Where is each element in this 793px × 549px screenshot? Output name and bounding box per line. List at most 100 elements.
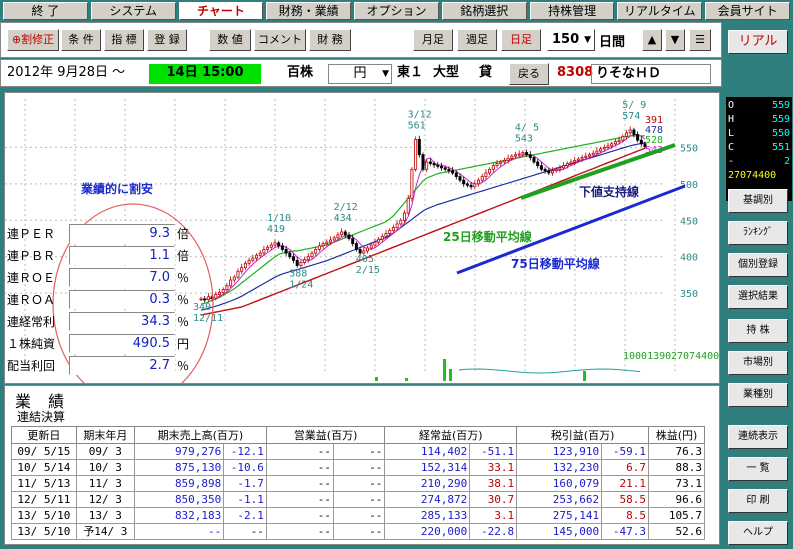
down-arrow-icon[interactable]: ▼ xyxy=(665,29,685,51)
values-button[interactable]: 数 値 xyxy=(209,29,251,51)
candle-body xyxy=(295,259,299,266)
candle-body xyxy=(284,249,288,254)
table-cell: -2.1 xyxy=(223,507,267,524)
tab-3[interactable]: 財務・業績 xyxy=(266,2,352,20)
side-button-8[interactable]: 一 覧 xyxy=(728,457,788,481)
candle-body xyxy=(343,231,347,236)
metric-label: 連ＲＯＡ xyxy=(7,292,56,307)
split-adjust-button[interactable]: ⊕割修正 xyxy=(7,29,59,51)
ohlc-row: H 559 xyxy=(728,113,790,127)
realtime-button[interactable]: リアル xyxy=(728,30,788,54)
candle-body xyxy=(299,262,303,266)
y-tick-label: 550 xyxy=(680,143,698,154)
table-cell: 275,141 xyxy=(516,507,603,524)
monthly-button[interactable]: 月足 xyxy=(413,29,453,51)
ma25-label: 25日移動平均線 xyxy=(443,229,532,244)
side-button-6[interactable]: 業種別 xyxy=(728,383,788,407)
side-button-10[interactable]: ヘルプ xyxy=(728,521,788,545)
daily-button[interactable]: 日足 xyxy=(501,29,541,51)
ohlc-value: 551 xyxy=(771,142,790,153)
volume-readout: 10001390 xyxy=(623,351,671,362)
candle-body xyxy=(443,167,447,170)
stock-name[interactable]: りそなＨＤ xyxy=(591,64,711,84)
back-button[interactable]: 戻る xyxy=(509,63,549,85)
table-row[interactable]: 13/ 5/10 予14/ 3 -- -- -- -- 220,000 -22.8 145,00… xyxy=(11,523,705,540)
table-cell: 21.1 xyxy=(601,475,650,492)
tab-6[interactable]: 持株管理 xyxy=(529,2,615,20)
candle-body xyxy=(428,161,432,164)
candle-body xyxy=(306,256,310,261)
side-button-2[interactable]: 個別登録 xyxy=(728,253,788,277)
side-button-7[interactable]: 連続表示 xyxy=(728,425,788,449)
column-header[interactable]: 更新日 xyxy=(11,426,77,444)
candle-body xyxy=(632,129,636,135)
currency-select[interactable]: 円 ▼ xyxy=(328,64,392,84)
column-header[interactable]: 株益(円) xyxy=(648,426,705,444)
candle-body xyxy=(573,160,577,163)
side-button-5[interactable]: 市場別 xyxy=(728,351,788,375)
metric-value: 0.3 xyxy=(69,289,175,309)
table-cell: 10/ 5/14 xyxy=(11,459,77,476)
candle-body xyxy=(536,161,540,167)
tab-8[interactable]: 会員サイト xyxy=(705,2,791,20)
column-header[interactable]: 期末年月 xyxy=(75,426,135,444)
column-header[interactable]: 経常益(百万) xyxy=(384,426,518,444)
side-button-1[interactable]: ﾗﾝｷﾝｸﾞ xyxy=(728,221,788,245)
menu-icon[interactable]: ☰ xyxy=(689,29,711,51)
table-cell: -- xyxy=(332,443,386,460)
currency-value: 円 xyxy=(353,66,367,81)
condition-button[interactable]: 条 件 xyxy=(61,29,101,51)
column-header[interactable]: 税引益(百万) xyxy=(516,426,650,444)
finance-button[interactable]: 財 務 xyxy=(309,29,351,51)
table-cell: -- xyxy=(265,491,334,508)
end-date[interactable]: 14日 15:00 xyxy=(149,64,261,84)
side-button-3[interactable]: 選択結果 xyxy=(728,285,788,309)
table-cell: 76.3 xyxy=(648,443,705,460)
annotation-date: 1/24 xyxy=(289,279,313,290)
side-button-4[interactable]: 持 株 xyxy=(728,319,788,343)
candle-body xyxy=(328,239,333,243)
candle-body xyxy=(591,152,595,156)
table-row[interactable]: 10/ 5/14 10/ 3 875,130 -10.6 -- -- 152,314 33.1… xyxy=(11,459,705,476)
candle-body xyxy=(610,143,614,147)
table-cell: -- xyxy=(265,523,334,540)
column-header[interactable]: 期末売上高(百万) xyxy=(133,426,267,444)
tab-1[interactable]: システム xyxy=(90,2,176,20)
tab-7[interactable]: リアルタイム xyxy=(617,2,703,20)
table-row[interactable]: 12/ 5/11 12/ 3 850,350 -1.1 -- -- 274,872 30.7 2… xyxy=(11,491,705,508)
annotation-value: 543 xyxy=(515,134,533,145)
table-row[interactable]: 11/ 5/13 11/ 3 859,898 -1.7 -- -- 210,290 38.1 1… xyxy=(11,475,705,492)
comment-button[interactable]: コメント xyxy=(254,29,306,51)
table-cell: 09/ 5/15 xyxy=(11,443,77,460)
table-cell: 875,130 xyxy=(133,459,225,476)
metric-unit: 倍 xyxy=(177,248,190,263)
tab-0[interactable]: 終 了 xyxy=(3,2,88,20)
column-header[interactable]: 営業益(百万) xyxy=(265,426,386,444)
candle-body xyxy=(624,132,629,137)
candle-body xyxy=(513,154,518,157)
register-button[interactable]: 登 録 xyxy=(147,29,187,51)
side-button-9[interactable]: 印 刷 xyxy=(728,489,788,513)
candle-body xyxy=(576,158,580,161)
ohlc-row: -2 xyxy=(728,155,790,169)
table-row[interactable]: 09/ 5/15 09/ 3 979,276 -12.1 -- -- 114,402 -51.… xyxy=(11,443,705,460)
annotation-date: 12/11 xyxy=(193,313,223,324)
tab-2[interactable]: チャート xyxy=(178,2,264,20)
annotation-date: 1/10 xyxy=(267,213,291,224)
bars-select[interactable]: 150 ▼ xyxy=(547,29,595,51)
tab-5[interactable]: 銘柄選択 xyxy=(441,2,527,20)
table-row[interactable]: 13/ 5/10 13/ 3 832,183 -2.1 -- -- 285,133 3.1 27… xyxy=(11,507,705,524)
tab-4[interactable]: オプション xyxy=(354,2,439,20)
table-cell: -47.3 xyxy=(601,523,650,540)
side-button-0[interactable]: 基調別 xyxy=(728,189,788,213)
candle-body xyxy=(254,254,259,259)
metric-row: 連ＰＢＲ 1.1 倍 xyxy=(7,244,191,266)
table-cell: -- xyxy=(265,475,334,492)
up-arrow-icon[interactable]: ▲ xyxy=(642,29,662,51)
candle-body xyxy=(613,141,617,145)
weekly-button[interactable]: 週足 xyxy=(457,29,497,51)
metric-unit: ％ xyxy=(177,270,190,285)
stock-info-bar: 2012年 9月28日 〜 14日 15:00 百株 円 ▼ 東１ 大型 貸 戻る… xyxy=(0,59,722,87)
indicator-button[interactable]: 指 標 xyxy=(104,29,144,51)
table-cell: -59.1 xyxy=(601,443,650,460)
